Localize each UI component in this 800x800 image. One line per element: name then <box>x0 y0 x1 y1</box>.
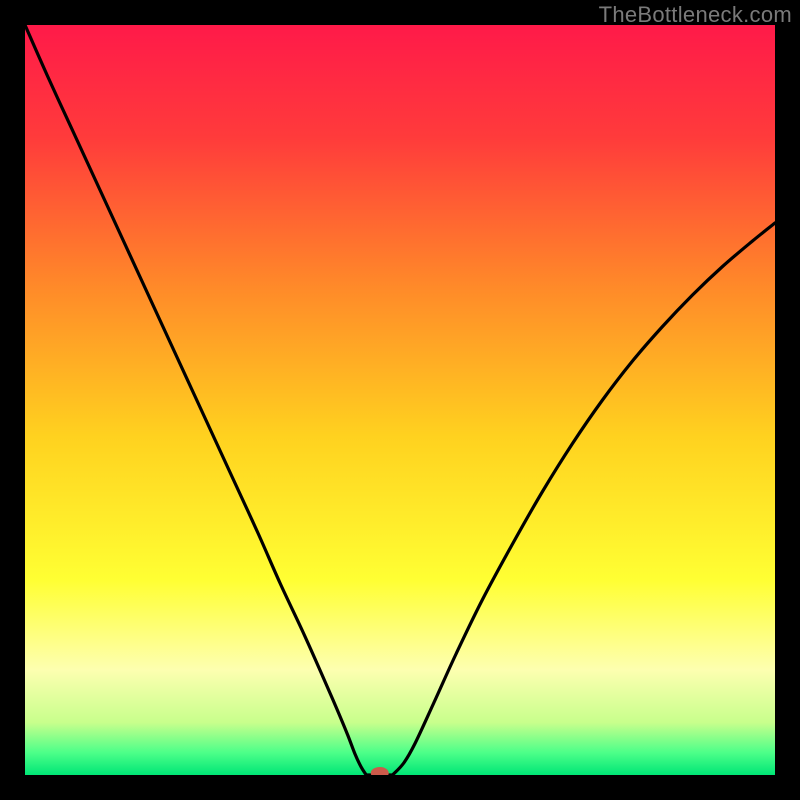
plot-background <box>25 25 775 775</box>
bottleneck-chart <box>25 25 775 775</box>
chart-frame: TheBottleneck.com <box>0 0 800 800</box>
